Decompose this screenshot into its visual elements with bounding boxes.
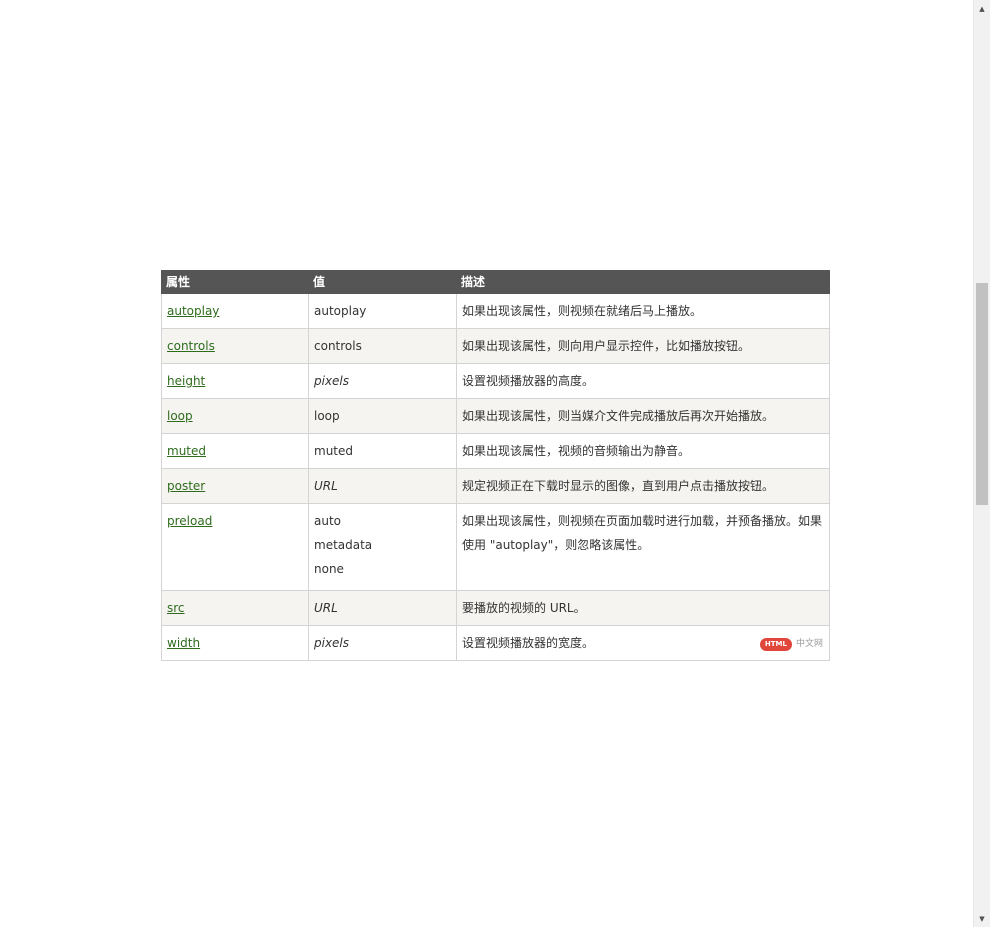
watermark-logo: HTML 中文网 [759,636,823,652]
header-value: 值 [308,270,457,294]
value-cell: auto metadata none [308,503,457,591]
attr-cell: loop [161,398,309,434]
desc-cell: 设置视频播放器的高度。 [456,363,830,399]
attr-link-controls[interactable]: controls [167,339,215,353]
table-header-row: 属性 值 描述 [161,270,830,294]
header-attribute: 属性 [161,270,309,294]
value-text: muted [314,444,353,458]
watermark-text: 中文网 [795,639,823,649]
attr-cell: autoplay [161,293,309,329]
attr-cell: poster [161,468,309,504]
desc-cell: 要播放的视频的 URL。 [456,590,830,626]
value-cell: pixels [308,625,457,661]
value-text: loop [314,409,340,423]
value-text: pixels [314,636,350,650]
attr-cell: height [161,363,309,399]
value-text: controls [314,339,362,353]
video-attributes-table: 属性 值 描述 autoplay autoplay 如果出现该属性，则视频在就绪… [161,270,830,661]
table-row-controls: controls controls 如果出现该属性，则向用户显示控件，比如播放按… [161,328,830,364]
attr-link-poster[interactable]: poster [167,479,205,493]
attr-link-loop[interactable]: loop [167,409,193,423]
table-row-poster: poster URL 规定视频正在下载时显示的图像，直到用户点击播放按钮。 [161,468,830,504]
attr-link-preload[interactable]: preload [167,514,212,528]
desc-cell: 设置视频播放器的宽度。 HTML 中文网 [456,625,830,661]
attr-link-width[interactable]: width [167,636,200,650]
header-description: 描述 [456,270,830,294]
value-text: metadata [314,538,373,552]
value-cell: muted [308,433,457,469]
attr-cell: muted [161,433,309,469]
table-row-src: src URL 要播放的视频的 URL。 [161,590,830,626]
value-text: auto [314,514,342,528]
attr-link-autoplay[interactable]: autoplay [167,304,219,318]
value-text: none [314,562,344,576]
table-row-autoplay: autoplay autoplay 如果出现该属性，则视频在就绪后马上播放。 [161,293,830,329]
desc-cell: 如果出现该属性，则向用户显示控件，比如播放按钮。 [456,328,830,364]
watermark-badge: HTML [759,637,792,651]
value-cell: URL [308,590,457,626]
value-text: pixels [314,374,350,388]
attr-link-height[interactable]: height [167,374,205,388]
table-row-muted: muted muted 如果出现该属性，视频的音频输出为静音。 [161,433,830,469]
value-cell: loop [308,398,457,434]
value-cell: autoplay [308,293,457,329]
table-row-width: width pixels 设置视频播放器的宽度。 HTML 中文网 [161,625,830,661]
value-cell: URL [308,468,457,504]
table-row-height: height pixels 设置视频播放器的高度。 [161,363,830,399]
desc-text: 设置视频播放器的宽度。 [462,636,595,650]
scroll-up-arrow-icon[interactable]: ▲ [974,0,990,17]
page-content: 属性 值 描述 autoplay autoplay 如果出现该属性，则视频在就绪… [0,0,973,927]
scrollbar-thumb[interactable] [976,283,988,505]
desc-cell: 如果出现该属性，则视频在页面加载时进行加载，并预备播放。如果使用 "autopl… [456,503,830,591]
value-text: URL [314,479,338,493]
attr-cell: width [161,625,309,661]
desc-cell: 如果出现该属性，则当媒介文件完成播放后再次开始播放。 [456,398,830,434]
attr-link-src[interactable]: src [167,601,185,615]
desc-cell: 规定视频正在下载时显示的图像，直到用户点击播放按钮。 [456,468,830,504]
value-text: URL [314,601,338,615]
attr-cell: controls [161,328,309,364]
value-cell: pixels [308,363,457,399]
value-cell: controls [308,328,457,364]
table-row-preload: preload auto metadata none 如果出现该属性，则视频在页… [161,503,830,591]
desc-cell: 如果出现该属性，视频的音频输出为静音。 [456,433,830,469]
value-text: autoplay [314,304,367,318]
desc-text: 如果出现该属性，则视频在页面加载时进行加载，并预备播放。如果使用 "autopl… [462,514,823,552]
attr-cell: src [161,590,309,626]
attr-cell: preload [161,503,309,591]
scroll-down-arrow-icon[interactable]: ▼ [974,910,990,927]
desc-cell: 如果出现该属性，则视频在就绪后马上播放。 [456,293,830,329]
vertical-scrollbar[interactable]: ▲ ▼ [973,0,990,927]
table-row-loop: loop loop 如果出现该属性，则当媒介文件完成播放后再次开始播放。 [161,398,830,434]
attr-link-muted[interactable]: muted [167,444,206,458]
